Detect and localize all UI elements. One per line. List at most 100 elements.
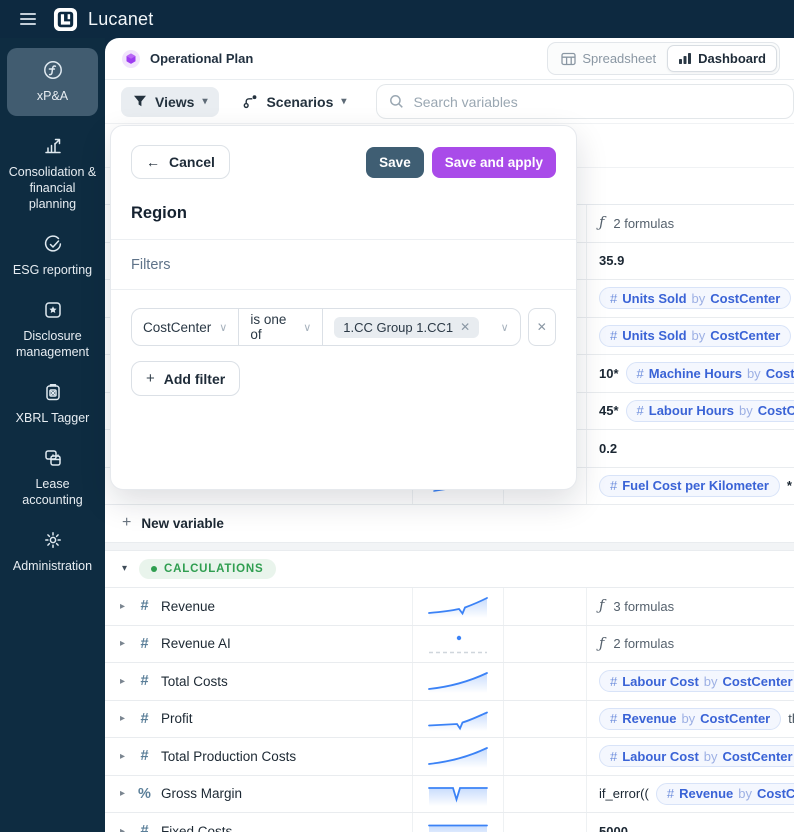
filter-value-select[interactable]: 1.CC Group 1.CC1 ✕ ∨ [323, 309, 519, 345]
toggle-label: Spreadsheet [582, 51, 657, 66]
hash-icon: # [610, 673, 618, 689]
variable-name-cell: ▸ # Total Costs [105, 663, 412, 700]
add-filter-button[interactable]: + Add filter [131, 361, 241, 396]
sidebar-item-xbrl[interactable]: XBRL Tagger [7, 381, 98, 426]
view-toggle-dashboard[interactable]: Dashboard [667, 45, 777, 72]
value-text: 45* [599, 403, 619, 419]
variable-chip[interactable]: #Machine HoursbyCostCenter [625, 362, 794, 385]
row-label: Revenue AI [161, 636, 231, 652]
table-row[interactable]: ▸ # Profit #RevenuebyCostCenter this [105, 700, 794, 738]
divider [111, 239, 576, 240]
formula-cell[interactable]: #Labour CostbyCostCentert [586, 738, 794, 775]
chevron-down-icon[interactable]: ▾ [122, 563, 127, 574]
variable-chip[interactable]: #RevenuebyCostCenter [599, 707, 782, 730]
sidebar-item-disclosure[interactable]: Disclosure management [7, 299, 98, 360]
sidebar-item-admin[interactable]: Administration [7, 529, 98, 574]
variable-chip[interactable]: # Labour Cost by CostCenter [599, 745, 794, 768]
formula-cell[interactable]: ƒ3 formulas [586, 588, 794, 625]
page-title: Operational Plan [150, 51, 254, 66]
formula-cell[interactable]: 5000 [586, 813, 794, 832]
formula-cell[interactable]: #Fuel Cost per Kilometer * # [586, 467, 794, 504]
expand-caret-icon[interactable]: ▸ [120, 638, 128, 649]
chevron-down-icon: ∨ [219, 321, 228, 334]
formula-cell[interactable]: ƒ2 formulas [586, 205, 794, 242]
view-toggle-spreadsheet[interactable]: Spreadsheet [550, 45, 667, 72]
chevron-down-icon: ▾ [341, 96, 347, 107]
table-row[interactable]: ▸ # Total Production Costs # Labour Cost by Co… [105, 738, 794, 776]
formula-cell[interactable]: 10* #Machine HoursbyCostCenter [586, 355, 794, 392]
sidebar-items: xP&A Consolidation & financial planning ES… [7, 48, 98, 595]
expand-caret-icon[interactable]: ▸ [120, 601, 128, 612]
toolbar: Views ▾ Scenarios ▾ [105, 80, 794, 124]
variable-chip[interactable]: # Units Sold by CostCenter [599, 287, 792, 310]
value-text: * [786, 478, 792, 494]
formula-cell[interactable]: 35.9 [586, 242, 794, 279]
sidebar-item-consolidation[interactable]: Consolidation & financial planning [7, 135, 98, 212]
remove-filter-button[interactable]: ✕ [527, 308, 556, 346]
formula-cell[interactable]: 45* #Labour HoursbyCostCenter [586, 392, 794, 429]
toggle-label: Dashboard [698, 51, 766, 66]
table-row[interactable]: ▸ # Total Costs #Labour CostbyCostCentert [105, 663, 794, 701]
chevron-down-icon: ∨ [500, 321, 509, 334]
sidebar-item-label: XBRL Tagger [15, 411, 90, 425]
lucanet-logo-icon [53, 7, 78, 32]
expand-caret-icon[interactable]: ▸ [120, 751, 128, 762]
chevron-down-icon: ▾ [202, 96, 208, 107]
plus-icon: + [146, 370, 155, 387]
views-button[interactable]: Views ▾ [121, 86, 220, 117]
hash-icon: # [636, 365, 644, 381]
expand-caret-icon[interactable]: ▸ [120, 788, 128, 799]
row-label: Revenue [161, 598, 216, 614]
table-row[interactable]: ▸ # Revenue ƒ 3 formulas [105, 588, 794, 626]
filter-operator-select[interactable]: is one of ∨ [239, 309, 324, 345]
hash-icon: # [666, 786, 675, 802]
formula-cell[interactable]: #Labour CostbyCostCentert [586, 663, 794, 700]
formula-cell[interactable]: 0.2 [586, 430, 794, 467]
formula-cell[interactable]: #RevenuebyCostCenter this [586, 700, 794, 737]
hash-icon: # [610, 328, 618, 344]
table-row[interactable]: ▸ # Revenue AI ƒ 2 formulas [105, 625, 794, 663]
filters-label: Filters [131, 257, 171, 273]
sidebar-item-esg[interactable]: ESG reporting [7, 233, 98, 278]
expand-caret-icon[interactable]: ▸ [120, 713, 128, 724]
percent-icon: % [138, 785, 151, 802]
sidebar-item-label: Administration [12, 559, 93, 573]
variable-chip[interactable]: # Units Sold by CostCenter [599, 324, 792, 347]
page-header: Operational Plan Spreadsheet Dashboard [105, 38, 794, 80]
remove-chip-icon[interactable]: ✕ [460, 320, 470, 334]
variable-chip[interactable]: # Fuel Cost per Kilometer [599, 474, 780, 497]
new-variable-button[interactable]: + New variable [105, 505, 794, 543]
breadcrumb[interactable]: Operational Plan [121, 49, 253, 69]
calculations-badge[interactable]: CALCULATIONS [139, 558, 276, 579]
formula-cell[interactable]: ƒ2 formulas [586, 625, 794, 662]
table-row[interactable]: ▸ # Fixed Costs 5000 [105, 813, 794, 832]
table-row[interactable]: ▸% Gross Margin if_error((#RevenuebyCostCe… [105, 775, 794, 813]
scenarios-button[interactable]: Scenarios ▾ [231, 87, 358, 117]
hamburger-menu-icon[interactable] [20, 13, 36, 25]
expand-caret-icon[interactable]: ▸ [120, 676, 128, 687]
sidebar-item-label: Disclosure management [16, 329, 89, 359]
cancel-button[interactable]: ← Cancel [131, 145, 230, 179]
variable-chip[interactable]: #RevenuebyCostCenter [655, 782, 794, 805]
sidebar-item-xpa[interactable]: xP&A [7, 48, 98, 116]
save-and-apply-button[interactable]: Save and apply [431, 146, 556, 178]
filter-value-chip[interactable]: 1.CC Group 1.CC1 ✕ [334, 316, 480, 338]
hash-icon: # [140, 635, 149, 652]
search-input[interactable] [413, 93, 781, 110]
variable-chip[interactable]: # Labour Cost by CostCenter [599, 670, 794, 693]
search-box[interactable] [376, 84, 794, 119]
sidebar-item-lease[interactable]: Lease accounting [7, 447, 98, 508]
sparkline-cell [412, 663, 503, 700]
sparkline-cell [412, 813, 503, 832]
formula-cell[interactable]: #Units SoldbyCostCenterthis [586, 317, 794, 354]
arrow-left-icon: ← [146, 154, 160, 170]
filter-field-select[interactable]: CostCenter ∨ [132, 309, 240, 345]
brand-name: Lucanet [88, 8, 154, 29]
variable-chip[interactable]: #Labour HoursbyCostCenter [625, 399, 794, 422]
formula-cell[interactable]: #Units SoldbyCostCenterthis [586, 280, 794, 317]
expand-caret-icon[interactable]: ▸ [120, 826, 128, 832]
sparkline-cell [412, 738, 503, 775]
formula-cell[interactable]: if_error((#RevenuebyCostCenter [586, 775, 794, 812]
value-text: 0.2 [599, 440, 618, 456]
save-button[interactable]: Save [366, 146, 424, 178]
